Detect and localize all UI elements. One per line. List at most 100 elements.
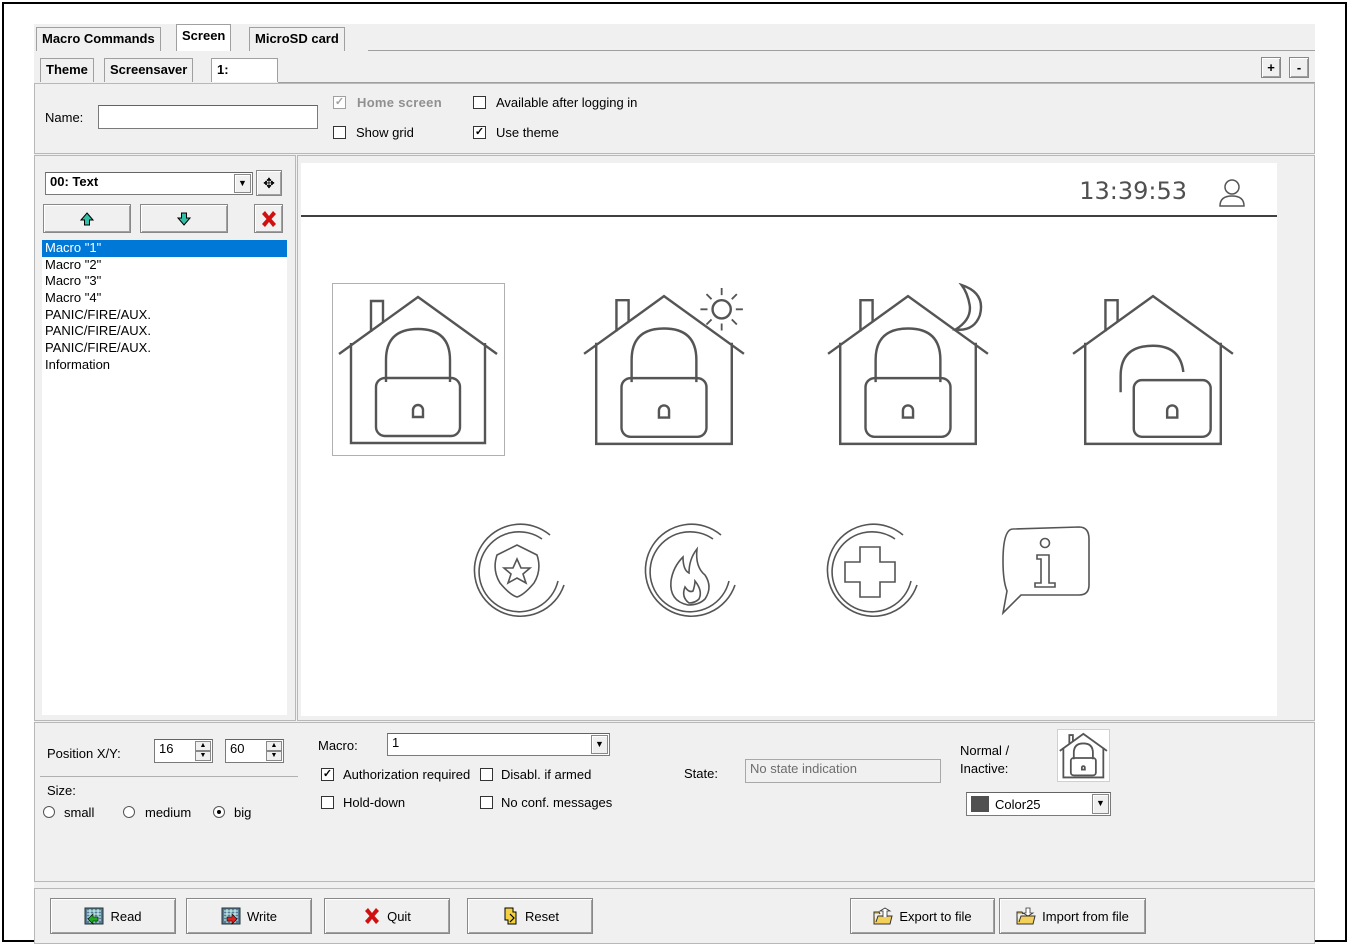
no-conf-messages-checkbox[interactable] [480,796,493,809]
use-theme-label: Use theme [496,125,559,140]
normal-inactive-label-1: Normal / [960,743,1010,758]
list-item[interactable]: Macro "1" [42,240,287,257]
size-label: Size: [47,783,76,798]
fire-icon[interactable] [633,515,743,625]
size-big-radio[interactable] [213,806,225,818]
user-icon[interactable] [1217,177,1247,209]
show-grid-label: Show grid [356,125,414,140]
macro-label: Macro: [318,738,358,753]
tab-microsd-card[interactable]: MicroSD card [249,27,345,51]
folder-export-icon [873,907,893,925]
add-element-button[interactable]: ✥ [256,170,282,196]
panic-police-icon[interactable] [462,515,572,625]
tab-macro-commands[interactable]: Macro Commands [36,27,161,51]
state-label: State: [684,766,718,781]
home-screen-checkbox: ✓ [333,96,346,109]
remove-screen-button[interactable]: - [1289,57,1309,78]
import-from-file-button[interactable]: Import from file [999,898,1146,934]
read-icon [84,907,104,925]
available-after-login-checkbox[interactable] [473,96,486,109]
quit-x-icon [365,908,380,924]
color-select[interactable]: Color25 ▼ [966,792,1111,816]
write-label: Write [246,908,278,924]
size-small-label: small [64,805,95,820]
tab-divider [368,50,1315,51]
position-y-input[interactable]: 60 ▲ ▼ [225,739,284,763]
plus-icon: ✥ [263,174,275,191]
spin-up-icon[interactable]: ▲ [195,741,211,751]
size-small-radio[interactable] [43,806,55,818]
arm-full-icon[interactable] [332,283,505,456]
hold-down-label: Hold-down [343,795,406,810]
list-item[interactable]: Macro "2" [42,257,287,274]
spin-down-icon[interactable]: ▼ [266,751,282,761]
list-item[interactable]: Macro "3" [42,273,287,290]
spin-down-icon[interactable]: ▼ [195,751,211,761]
spin-up-icon[interactable]: ▲ [266,741,282,751]
screen-preview: 13:39:53 [301,163,1277,716]
size-medium-radio[interactable] [123,806,135,818]
element-select[interactable]: 00: Text ▼ [45,172,253,195]
icon-preview[interactable] [1057,729,1110,782]
use-theme-checkbox[interactable]: ✓ [473,126,486,139]
export-label: Export to file [899,908,972,924]
position-x-input[interactable]: 16 ▲ ▼ [154,739,213,763]
normal-inactive-label-2: Inactive: [960,761,1009,776]
write-button[interactable]: Write [186,898,312,934]
list-item[interactable]: Macro "4" [42,290,287,307]
color-select-value: Color25 [995,796,1041,812]
show-grid-checkbox[interactable] [333,126,346,139]
auth-required-checkbox[interactable]: ✓ [321,768,334,781]
information-icon[interactable] [997,521,1097,621]
arrow-down-icon [177,212,191,226]
tab-screen-1[interactable]: 1: [211,58,278,82]
arrow-up-icon [80,211,94,225]
position-label: Position X/Y: [47,746,121,761]
state-field: No state indication [745,759,941,783]
tab-screensaver[interactable]: Screensaver [104,58,194,82]
list-item[interactable]: Information [42,357,287,374]
reset-label: Reset [525,908,559,924]
delete-element-button[interactable] [254,204,283,233]
tab-theme[interactable]: Theme [40,58,94,82]
auth-required-label: Authorization required [343,767,471,782]
read-button[interactable]: Read [50,898,176,934]
name-input[interactable] [98,105,318,129]
chevron-down-icon[interactable]: ▼ [1092,794,1109,814]
home-screen-label: Home screen [357,95,442,110]
disarm-icon[interactable] [1067,283,1240,456]
available-after-login-label: Available after logging in [496,95,638,110]
folder-import-icon [1016,907,1036,925]
chevron-down-icon[interactable]: ▼ [234,174,251,193]
quit-button[interactable]: Quit [324,898,450,934]
delete-x-icon [261,210,276,227]
disabl-if-armed-checkbox[interactable] [480,768,493,781]
macro-select[interactable]: 1 ▼ [387,733,610,756]
arm-full-icon [1059,732,1108,779]
export-to-file-button[interactable]: Export to file [850,898,995,934]
tab-screen[interactable]: Screen [176,24,232,51]
reset-icon [504,907,517,925]
macro-select-value: 1 [392,735,400,750]
name-label: Name: [45,110,84,125]
hold-down-checkbox[interactable] [321,796,334,809]
read-label: Read [110,908,142,924]
list-item[interactable]: PANIC/FIRE/AUX. [42,307,287,324]
size-big-label: big [234,805,252,820]
position-y-value: 60 [230,741,245,756]
list-item[interactable]: PANIC/FIRE/AUX. [42,323,287,340]
list-item[interactable]: PANIC/FIRE/AUX. [42,340,287,357]
status-bar-divider [301,215,1277,217]
size-divider [40,776,298,777]
add-screen-button[interactable]: + [1261,57,1281,78]
chevron-down-icon[interactable]: ▼ [591,735,608,754]
write-icon [221,907,241,925]
arm-day-icon[interactable] [578,283,751,456]
move-down-button[interactable] [140,204,228,233]
arm-night-icon[interactable] [822,282,995,456]
import-label: Import from file [1042,908,1129,924]
medical-aux-icon[interactable] [815,515,925,625]
move-up-button[interactable] [43,204,131,233]
element-select-value: 00: Text [50,174,99,189]
reset-button[interactable]: Reset [467,898,593,934]
